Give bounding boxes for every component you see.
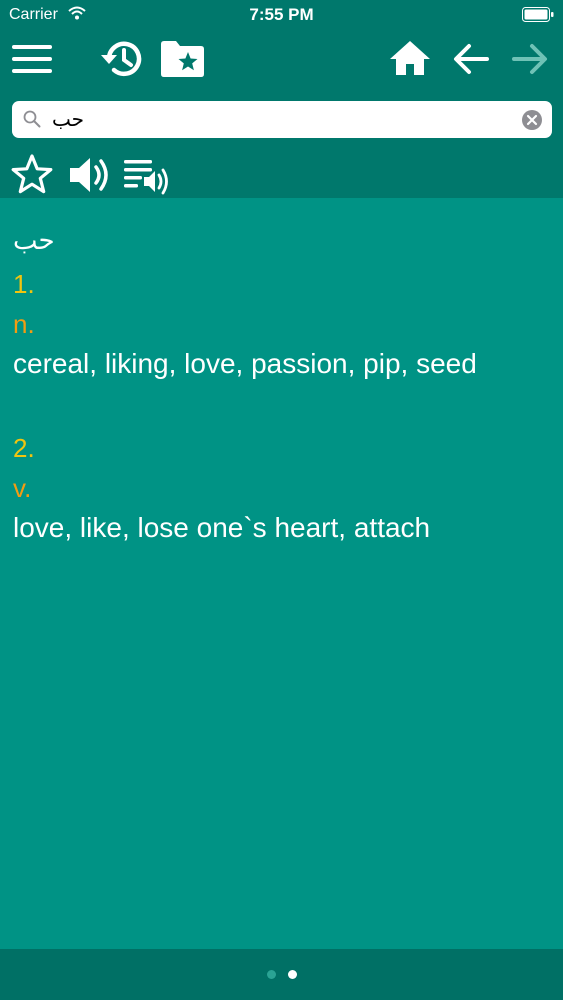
entry-sense: 2. v. love, like, lose one`s heart, atta…: [13, 428, 553, 548]
status-bar: Carrier 7:55 PM: [0, 0, 563, 30]
pager-bar: [0, 949, 563, 1000]
star-icon: [11, 154, 53, 198]
menu-button[interactable]: [12, 43, 52, 80]
page-indicator-dot[interactable]: [267, 970, 276, 979]
favorite-button[interactable]: [11, 154, 53, 199]
part-of-speech: v.: [13, 473, 32, 503]
app-header: Carrier 7:55 PM: [0, 0, 563, 198]
menu-icon: [12, 45, 52, 79]
battery-icon: [522, 7, 554, 27]
clear-search-button[interactable]: [521, 109, 543, 131]
home-icon: [389, 41, 431, 80]
page-indicator-dot-active[interactable]: [288, 970, 297, 979]
entry-sense: 1. n. cereal, liking, love, passion, pip…: [13, 264, 553, 384]
part-of-speech: n.: [13, 309, 35, 339]
search-bar: [12, 101, 552, 138]
history-icon: [99, 41, 145, 83]
playlist-audio-icon: [124, 160, 170, 199]
sense-number: 2.: [13, 433, 35, 463]
read-translation-button[interactable]: [124, 157, 170, 200]
favorites-button[interactable]: [161, 40, 205, 83]
back-button[interactable]: [453, 42, 489, 81]
forward-arrow-icon: [512, 44, 548, 80]
home-button[interactable]: [389, 40, 431, 81]
search-input[interactable]: [52, 104, 522, 134]
translation-text: love, like, lose one`s heart, attach: [13, 512, 431, 543]
clear-icon: [522, 110, 542, 130]
status-time: 7:55 PM: [249, 5, 314, 24]
forward-button[interactable]: [512, 42, 548, 81]
pronounce-button[interactable]: [68, 155, 112, 200]
favorites-folder-icon: [161, 41, 205, 82]
dictionary-entry: حب 1. n. cereal, liking, love, passion, …: [13, 224, 553, 548]
speaker-icon: [68, 158, 112, 199]
translation-text: cereal, liking, love, passion, pip, seed: [13, 348, 477, 379]
history-button[interactable]: [99, 39, 145, 84]
back-arrow-icon: [453, 44, 489, 80]
sense-number: 1.: [13, 269, 35, 299]
entry-headword: حب: [13, 226, 55, 256]
search-icon: [23, 110, 41, 133]
